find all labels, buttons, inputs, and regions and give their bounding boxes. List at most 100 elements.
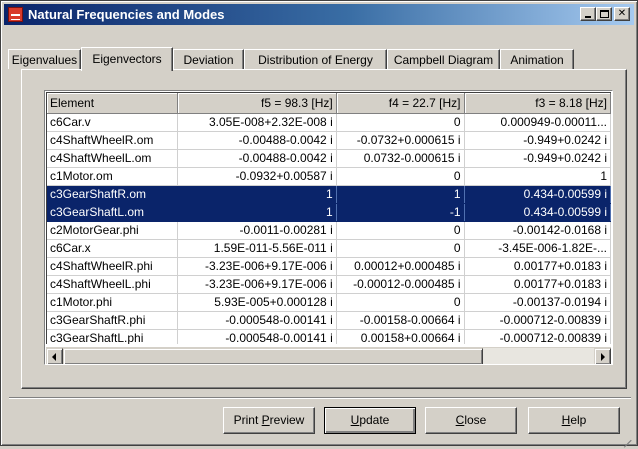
table-row[interactable]: c6Car.v 3.05E-008+2.32E-008 i 0 0.000949-0.… (47, 113, 611, 132)
tab-label: Deviation (183, 53, 234, 67)
element-name-cell[interactable]: c1Motor.om (47, 167, 179, 186)
table-row[interactable]: c3GearShaftR.om 1 1 0.434-0.00599 i (47, 185, 611, 204)
dialog-window: Natural Frequencies and Modes ✕ Eigenval… (0, 0, 638, 446)
tab-animation[interactable]: Animation (500, 49, 574, 69)
arrow-left-icon (52, 353, 56, 361)
mode-value-cell[interactable]: -0.000712-0.00839 i (464, 311, 611, 330)
element-name-cell[interactable]: c3GearShaftL.phi (47, 329, 179, 344)
element-name-cell[interactable]: c6Car.x (47, 239, 179, 258)
mode-value-cell[interactable]: 0.00177+0.0183 i (464, 275, 611, 294)
mode-value-cell[interactable]: -0.000548-0.00141 i (177, 311, 337, 330)
table-row[interactable]: c4ShaftWheelL.om -0.00488-0.0042 i 0.0732-… (47, 149, 611, 168)
table-row[interactable]: c1Motor.phi 5.93E-005+0.000128 i 0 -0.00137… (47, 293, 611, 312)
element-name-cell[interactable]: c4ShaftWheelL.om (47, 149, 179, 168)
minimize-icon (585, 16, 591, 18)
mode-value-cell[interactable]: 0.434-0.00599 i (464, 203, 611, 222)
tab-label: Campbell Diagram (393, 53, 494, 67)
mode-value-cell[interactable]: 0.00177+0.0183 i (464, 257, 611, 276)
mode-value-cell[interactable]: -3.45E-006-1.82E-... (464, 239, 611, 258)
element-name-cell[interactable]: c2MotorGear.phi (47, 221, 179, 240)
mode-value-cell[interactable]: 3.05E-008+2.32E-008 i (177, 113, 337, 132)
mode-value-cell[interactable]: -0.949+0.0242 i (464, 149, 611, 168)
tab-label: Animation (510, 53, 564, 67)
table-row[interactable]: c3GearShaftL.phi -0.000548-0.00141 i 0.001… (47, 329, 611, 344)
tab-campbell-diagram[interactable]: Campbell Diagram (387, 49, 500, 69)
tab-eigenvalues[interactable]: Eigenvalues (8, 49, 81, 69)
separator (9, 397, 631, 399)
tab-distribution-of-energy[interactable]: Distribution of Energy (244, 49, 387, 69)
help-button[interactable]: Help (528, 407, 620, 434)
mode-value-cell[interactable]: 0.0732-0.000615 i (336, 149, 465, 168)
mode-value-cell[interactable]: -0.949+0.0242 i (464, 131, 611, 150)
table-row[interactable]: c4ShaftWheelL.phi -3.23E-006+9.17E-006 i-… (47, 275, 611, 294)
element-name-cell[interactable]: c4ShaftWheelR.om (47, 131, 179, 150)
print-preview-button[interactable]: Print Preview (223, 407, 315, 434)
table-row[interactable]: c2MotorGear.phi -0.0011-0.00281 i 0 -0.0014… (47, 221, 611, 240)
element-name-cell[interactable]: c3GearShaftL.om (47, 203, 179, 222)
mode-value-cell[interactable]: 1 (336, 185, 465, 204)
tab-deviation[interactable]: Deviation (173, 49, 244, 69)
mode-value-cell[interactable]: -0.00158-0.00664 i (336, 311, 465, 330)
element-name-cell[interactable]: c6Car.v (47, 113, 179, 132)
mode-value-cell[interactable]: 0.000949-0.00011... (464, 113, 611, 132)
scrollbar-thumb[interactable] (63, 348, 483, 364)
mode-value-cell[interactable]: 0 (336, 239, 465, 258)
table-row[interactable]: c6Car.x 1.59E-011-5.56E-011 i 0 -3.45E-006-… (47, 239, 611, 258)
minimize-button[interactable] (580, 7, 596, 21)
mode-value-cell[interactable]: 1.59E-011-5.56E-011 i (177, 239, 337, 258)
scroll-right-button[interactable] (594, 348, 611, 364)
mode-value-cell[interactable]: -3.23E-006+9.17E-006 i (177, 275, 337, 294)
element-name-cell[interactable]: c4ShaftWheelL.phi (47, 275, 179, 294)
mode-value-cell[interactable]: -0.0011-0.00281 i (177, 221, 337, 240)
mode-value-cell[interactable]: -0.00012-0.000485 i (336, 275, 465, 294)
table-row[interactable]: c1Motor.om -0.0932+0.00587 i01 (47, 167, 611, 186)
close-button[interactable]: Close (425, 407, 517, 434)
element-name-cell[interactable]: c1Motor.phi (47, 293, 179, 312)
tab-label: Distribution of Energy (258, 53, 373, 67)
mode-value-cell[interactable]: -0.0732+0.000615 i (336, 131, 465, 150)
mode-value-cell[interactable]: 1 (464, 167, 611, 186)
mode-value-cell[interactable]: -0.000712-0.00839 i (464, 329, 611, 344)
mode-value-cell[interactable]: 0.00012+0.000485 i (336, 257, 465, 276)
table-row[interactable]: c4ShaftWheelR.phi -3.23E-006+9.17E-006 i0… (47, 257, 611, 276)
mode-value-cell[interactable]: -1 (336, 203, 465, 222)
column-header-element[interactable]: Element (47, 93, 179, 114)
mode-value-cell[interactable]: 0.00158+0.00664 i (336, 329, 465, 344)
element-name-cell[interactable]: c3GearShaftR.phi (47, 311, 179, 330)
title-bar[interactable]: Natural Frequencies and Modes ✕ (4, 4, 634, 25)
mode-value-cell[interactable]: 0.434-0.00599 i (464, 185, 611, 204)
column-header-f4[interactable]: f4 = 22.7 [Hz] (336, 93, 465, 114)
maximize-button[interactable] (596, 7, 612, 21)
mode-value-cell[interactable]: 0 (336, 293, 465, 312)
button-label-post: pdate (359, 413, 390, 427)
mode-value-cell[interactable]: 1 (177, 185, 337, 204)
mode-value-cell[interactable]: -0.00137-0.0194 i (464, 293, 611, 312)
mode-value-cell[interactable]: 0 (336, 221, 465, 240)
column-header-f3[interactable]: f3 = 8.18 [Hz] (464, 93, 611, 114)
app-icon (8, 7, 23, 22)
column-header-f5[interactable]: f5 = 98.3 [Hz] (177, 93, 337, 114)
mode-value-cell[interactable]: -0.00142-0.0168 i (464, 221, 611, 240)
tab-eigenvectors[interactable]: Eigenvectors (81, 47, 173, 71)
horizontal-scrollbar[interactable] (46, 347, 611, 364)
mode-value-cell[interactable]: 0 (336, 113, 465, 132)
resize-grip[interactable] (621, 430, 635, 444)
mode-value-cell[interactable]: -0.000548-0.00141 i (177, 329, 337, 344)
table-row[interactable]: c3GearShaftL.om 1 -1 0.434-0.00599 i (47, 203, 611, 222)
close-window-button[interactable]: ✕ (614, 7, 630, 21)
mode-value-cell[interactable]: 0 (336, 167, 465, 186)
eigenvector-grid[interactable]: Element f5 = 98.3 [Hz] f4 = 22.7 [Hz] f3… (44, 90, 613, 365)
scroll-left-button[interactable] (46, 348, 63, 364)
element-name-cell[interactable]: c4ShaftWheelR.phi (47, 257, 179, 276)
mode-value-cell[interactable]: 5.93E-005+0.000128 i (177, 293, 337, 312)
mode-value-cell[interactable]: 1 (177, 203, 337, 222)
update-button[interactable]: Update (324, 407, 416, 434)
window-title: Natural Frequencies and Modes (28, 7, 225, 22)
mode-value-cell[interactable]: -0.00488-0.0042 i (177, 131, 337, 150)
mode-value-cell[interactable]: -0.00488-0.0042 i (177, 149, 337, 168)
mode-value-cell[interactable]: -0.0932+0.00587 i (177, 167, 337, 186)
table-row[interactable]: c3GearShaftR.phi -0.000548-0.00141 i -0.00… (47, 311, 611, 330)
element-name-cell[interactable]: c3GearShaftR.om (47, 185, 179, 204)
table-row[interactable]: c4ShaftWheelR.om -0.00488-0.0042 i -0.0732… (47, 131, 611, 150)
mode-value-cell[interactable]: -3.23E-006+9.17E-006 i (177, 257, 337, 276)
